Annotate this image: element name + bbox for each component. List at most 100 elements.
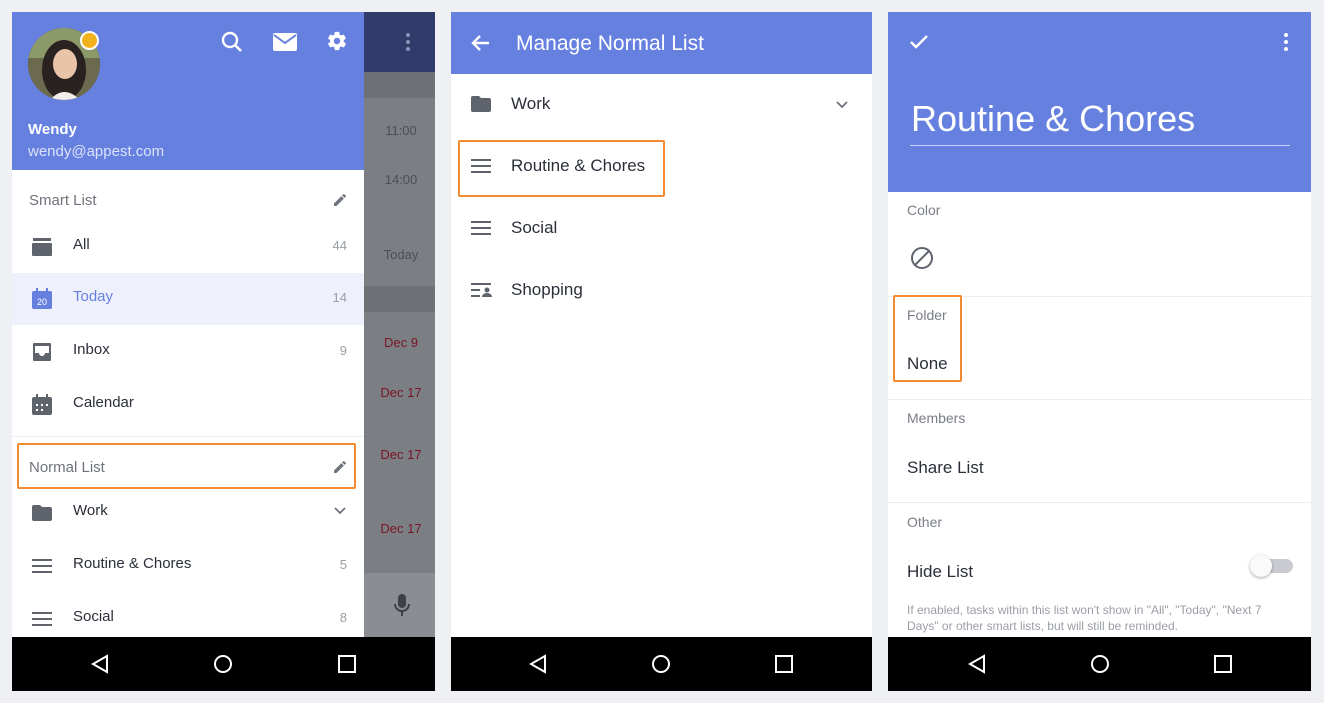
sidebar-item-calendar[interactable]: Calendar — [12, 379, 364, 431]
sidebar-item-label: Social — [73, 608, 114, 625]
shared-list-icon — [471, 283, 492, 297]
chevron-down-icon[interactable] — [334, 507, 346, 515]
divider — [888, 296, 1311, 297]
divider — [364, 286, 435, 312]
back-triangle-icon — [528, 654, 546, 674]
app-bar: Manage Normal List — [451, 12, 872, 74]
color-label: Color — [907, 202, 941, 218]
divider — [364, 72, 435, 98]
chevron-down-icon[interactable] — [836, 101, 848, 109]
list-item-label: Work — [511, 94, 551, 113]
normal-list-header: Normal List — [29, 459, 105, 476]
share-list-button[interactable]: Share List — [907, 458, 984, 478]
members-label: Members — [907, 410, 966, 426]
list-icon — [471, 159, 491, 173]
calendar-day-number: 20 — [37, 297, 47, 307]
list-icon — [471, 221, 491, 235]
background-toolbar — [364, 12, 435, 72]
folder-icon — [471, 96, 491, 112]
list-item-routine-chores[interactable]: Routine & Chores — [451, 136, 872, 198]
calendar-icon — [32, 394, 52, 415]
sidebar-item-today[interactable]: 20 Today 14 — [12, 273, 364, 325]
home-circle-icon — [1091, 655, 1109, 673]
list-name-input[interactable]: Routine & Chores — [911, 98, 1195, 140]
user-name: Wendy — [28, 121, 77, 138]
arrow-back-icon[interactable] — [471, 33, 491, 53]
sidebar-item-label: Work — [73, 502, 108, 519]
hide-list-toggle-knob[interactable] — [1250, 555, 1272, 577]
mic-icon — [394, 594, 410, 616]
home-circle-icon — [652, 655, 670, 673]
user-email: wendy@appest.com — [28, 143, 165, 160]
sidebar-item-label: All — [73, 236, 90, 253]
folder-label: Folder — [907, 307, 947, 323]
sidebar-item-label: Calendar — [73, 394, 134, 411]
list-icon — [32, 559, 52, 573]
item-count: 9 — [339, 343, 347, 358]
home-circle-icon — [214, 655, 232, 673]
recents-nav-button[interactable] — [1209, 650, 1237, 678]
background-footer — [364, 573, 435, 637]
home-nav-button[interactable] — [647, 650, 675, 678]
list-item-social[interactable]: Social — [451, 198, 872, 260]
list-item-shopping[interactable]: Shopping — [451, 260, 872, 322]
manage-list-screen: Manage Normal List Work Routine & Chores… — [451, 12, 872, 691]
recents-square-icon — [775, 655, 793, 673]
sidebar-item-label: Today — [73, 288, 114, 305]
inbox-icon — [33, 343, 51, 361]
home-nav-button[interactable] — [209, 650, 237, 678]
divider — [888, 399, 1311, 400]
sidebar-item-label: Routine & Chores — [73, 555, 192, 572]
home-nav-button[interactable] — [1086, 650, 1114, 678]
sidebar-item-all[interactable]: All 44 — [12, 221, 364, 273]
gear-icon[interactable] — [326, 30, 348, 52]
item-count: 5 — [339, 557, 347, 572]
folder-icon — [32, 505, 52, 521]
divider — [888, 502, 1311, 503]
task-date: Dec 9 — [384, 335, 418, 350]
other-label: Other — [907, 514, 943, 530]
sidebar-item-work[interactable]: Work — [12, 487, 364, 539]
task-time: 11:00 — [385, 123, 417, 138]
task-date: Dec 17 — [380, 447, 422, 462]
sidebar-item-routine-chores[interactable]: Routine & Chores 5 — [12, 540, 364, 592]
back-nav-button[interactable] — [86, 650, 114, 678]
task-date: Dec 17 — [380, 385, 422, 400]
android-nav-bar — [12, 637, 435, 691]
hide-list-label: Hide List — [907, 562, 974, 581]
recents-nav-button[interactable] — [770, 650, 798, 678]
list-item-work[interactable]: Work — [451, 74, 872, 136]
android-nav-bar — [888, 637, 1311, 691]
no-color-icon[interactable] — [910, 246, 934, 270]
recents-square-icon — [1214, 655, 1232, 673]
edit-list-screen: Routine & Chores Color Folder None Membe… — [888, 12, 1311, 691]
back-nav-button[interactable] — [963, 650, 991, 678]
back-triangle-icon — [90, 654, 108, 674]
hide-list-description: If enabled, tasks within this list won't… — [907, 603, 1262, 633]
smart-list-header: Smart List — [29, 192, 97, 209]
list-item-label: Routine & Chores — [511, 156, 646, 175]
folder-value[interactable]: None — [907, 354, 948, 374]
recents-nav-button[interactable] — [333, 650, 361, 678]
search-icon[interactable] — [221, 31, 243, 53]
mail-icon[interactable] — [273, 33, 297, 51]
input-underline — [910, 145, 1290, 146]
edit-pencil-icon[interactable] — [332, 192, 348, 208]
list-item-label: Shopping — [511, 280, 583, 299]
list-item-label: Social — [511, 218, 558, 237]
task-time: 14:00 — [384, 172, 418, 187]
check-icon[interactable] — [909, 34, 929, 50]
drawer-header: Wendy wendy@appest.com — [12, 12, 364, 170]
premium-badge-icon — [80, 31, 99, 50]
recents-square-icon — [338, 655, 356, 673]
navigation-drawer: Wendy wendy@appest.com Smart List All 44… — [12, 12, 364, 637]
more-vert-icon[interactable] — [1282, 32, 1290, 52]
more-vert-icon — [406, 33, 410, 51]
task-time: Today — [383, 247, 419, 262]
drawer-screen: 11:00 14:00 Today Dec 9 Dec 17 Dec 17 De… — [12, 12, 435, 691]
background-task-list: 11:00 14:00 Today Dec 9 Dec 17 Dec 17 De… — [364, 12, 435, 637]
sidebar-item-inbox[interactable]: Inbox 9 — [12, 326, 364, 378]
back-nav-button[interactable] — [524, 650, 552, 678]
edit-pencil-icon[interactable] — [332, 459, 348, 475]
item-count: 8 — [339, 610, 347, 625]
